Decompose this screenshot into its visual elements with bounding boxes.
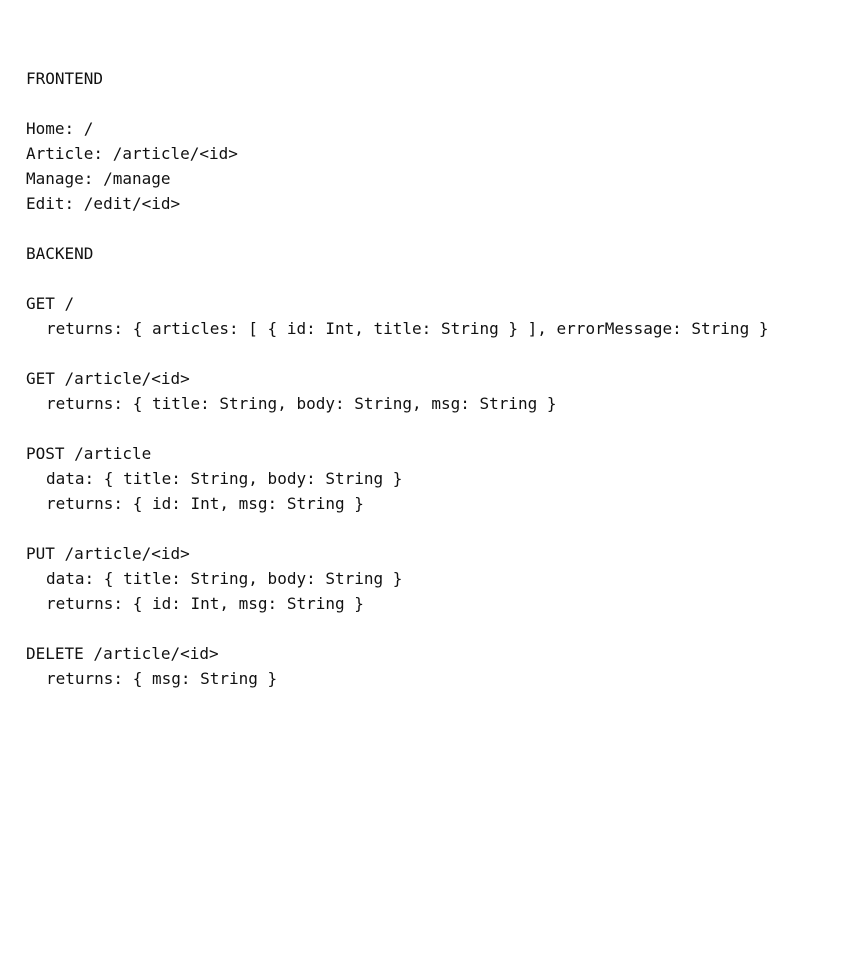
endpoint-post-article-returns: returns: { id: Int, msg: String } <box>46 494 364 513</box>
endpoint-post-article-data: data: { title: String, body: String } <box>46 469 403 488</box>
endpoint-delete-article-signature: DELETE /article/<id> <box>26 644 219 663</box>
frontend-heading: FRONTEND <box>26 69 104 88</box>
endpoint-delete-article-returns: returns: { msg: String } <box>46 669 278 688</box>
endpoint-put-article-returns: returns: { id: Int, msg: String } <box>46 594 364 613</box>
endpoint-get-article-signature: GET /article/<id> <box>26 369 190 388</box>
frontend-route-edit: Edit: /edit/<id> <box>26 194 181 213</box>
endpoint-get-root-returns: returns: { articles: [ { id: Int, title:… <box>46 319 769 338</box>
endpoint-get-root-signature: GET / <box>26 294 75 313</box>
frontend-route-home: Home: / <box>26 119 94 138</box>
endpoint-put-article-data: data: { title: String, body: String } <box>46 569 403 588</box>
endpoint-get-article-returns: returns: { title: String, body: String, … <box>46 394 557 413</box>
backend-heading: BACKEND <box>26 244 94 263</box>
api-spec-document: FRONTEND Home: / Article: /article/<id> … <box>26 66 836 691</box>
endpoint-post-article-signature: POST /article <box>26 444 152 463</box>
endpoint-put-article-signature: PUT /article/<id> <box>26 544 190 563</box>
frontend-route-article: Article: /article/<id> <box>26 144 238 163</box>
frontend-route-manage: Manage: /manage <box>26 169 171 188</box>
